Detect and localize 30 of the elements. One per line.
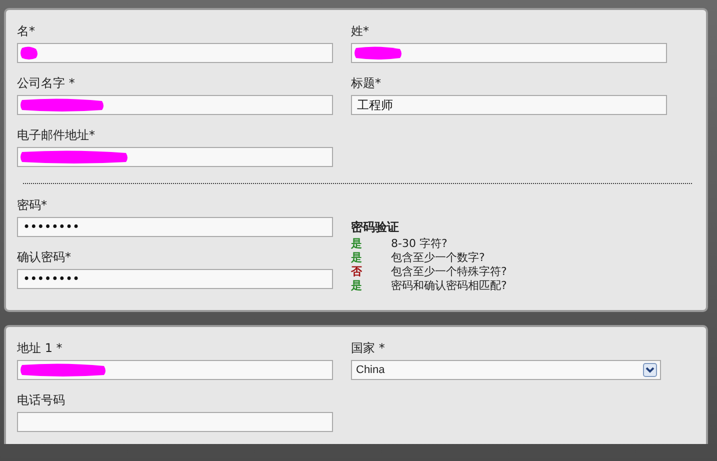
field-label: 姓* <box>351 24 370 38</box>
input-field[interactable] <box>17 95 333 115</box>
caret-icon <box>643 363 657 377</box>
check-text: 包含至少一个特殊字符? <box>391 265 507 279</box>
field-label: 确认密码* <box>17 250 72 264</box>
check-result: 是 <box>351 237 363 251</box>
input-field[interactable] <box>17 147 333 167</box>
input-field[interactable]: •••••••• <box>17 269 333 289</box>
field-label: 标题* <box>351 76 382 90</box>
country-dropdown[interactable]: China <box>351 360 661 380</box>
field-label: 电子邮件地址* <box>17 128 96 142</box>
check-text: 8-30 字符? <box>391 237 448 251</box>
input-field[interactable] <box>17 412 333 432</box>
check-result: 是 <box>351 279 363 293</box>
field-label: 国家 * <box>351 341 386 355</box>
input-field[interactable] <box>17 360 333 380</box>
validation-title: 密码验证 <box>351 219 400 235</box>
field-label: 密码* <box>17 198 48 212</box>
input-field[interactable]: •••••••• <box>17 217 333 237</box>
input-field[interactable] <box>351 43 667 63</box>
field-label: 地址 1 * <box>17 341 64 355</box>
field-label: 公司名字 * <box>17 76 76 90</box>
field-label: 电话号码 <box>17 393 66 407</box>
check-text: 包含至少一个数字? <box>391 251 485 265</box>
check-result: 否 <box>351 265 363 279</box>
check-result: 是 <box>351 251 363 265</box>
field-label: 名* <box>17 24 36 38</box>
input-field[interactable]: 工程师 <box>351 95 667 115</box>
input-field[interactable] <box>17 43 333 63</box>
check-text: 密码和确认密码相匹配? <box>391 279 507 293</box>
